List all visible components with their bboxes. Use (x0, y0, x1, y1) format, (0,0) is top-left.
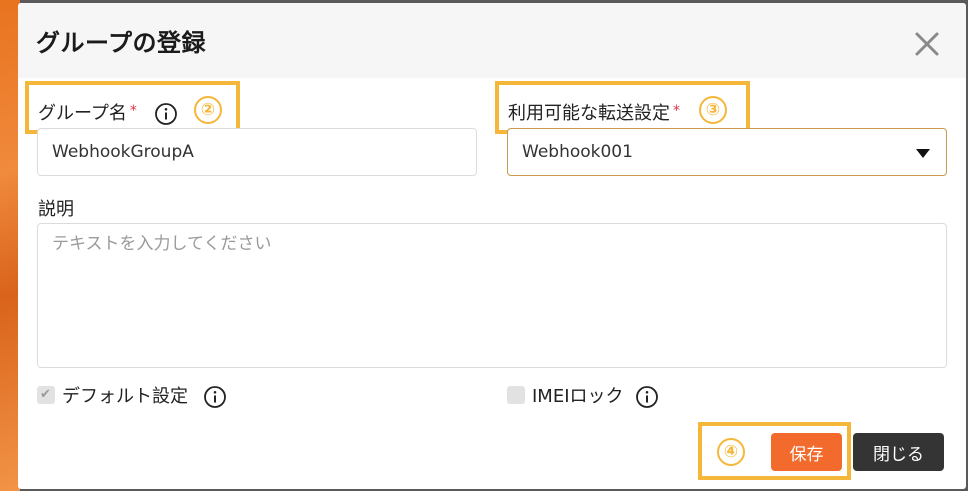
close-button[interactable]: 閉じる (853, 433, 944, 471)
caret-down-icon (916, 149, 930, 158)
group-registration-dialog: グループの登録 グループ名 * ② WebhookGroupA 利用可能な転送設定… (18, 3, 966, 489)
forwarding-label-text: 利用可能な転送設定 (508, 103, 670, 124)
save-button[interactable]: 保存 (771, 433, 842, 471)
group-name-label-text: グループ名 (38, 103, 127, 124)
description-label: 説明 (38, 199, 74, 220)
default-setting-checkbox[interactable]: ✔ (37, 386, 55, 404)
dialog-title: グループの登録 (36, 29, 207, 57)
annotation-marker-3: ③ (699, 96, 727, 124)
info-icon[interactable] (635, 385, 659, 409)
required-mark: * (673, 103, 680, 119)
imei-lock-label: IMEIロック (532, 386, 624, 407)
info-icon[interactable] (154, 102, 178, 126)
forwarding-select-value: Webhook001 (522, 142, 633, 162)
close-icon[interactable] (910, 27, 944, 61)
required-mark: * (129, 103, 137, 119)
forwarding-select[interactable]: Webhook001 (507, 128, 947, 176)
description-textarea[interactable]: テキストを入力してください (37, 223, 947, 368)
default-setting-label: デフォルト設定 (62, 386, 188, 407)
check-icon: ✔ (40, 387, 51, 402)
dialog-header: グループの登録 (18, 3, 966, 78)
annotation-marker-2: ② (194, 96, 222, 124)
imei-lock-checkbox[interactable] (507, 386, 525, 404)
forwarding-label: 利用可能な転送設定 * (508, 99, 680, 125)
group-name-label: グループ名 * (38, 99, 137, 125)
annotation-marker-4: ④ (717, 438, 745, 466)
background-strip (0, 0, 20, 491)
group-name-input[interactable]: WebhookGroupA (37, 128, 477, 176)
info-icon[interactable] (203, 385, 227, 409)
